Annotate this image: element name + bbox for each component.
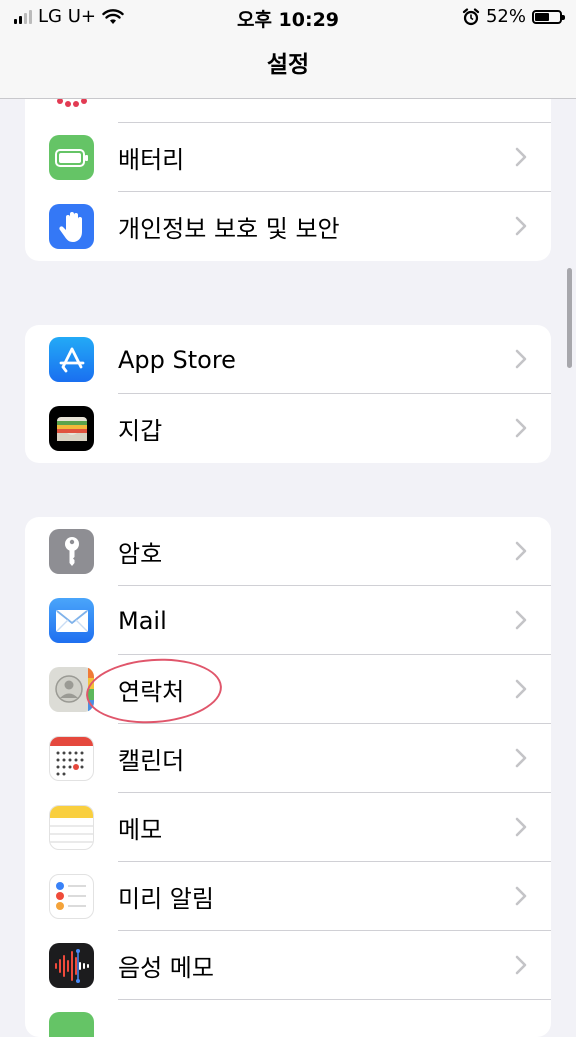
battery-icon [49, 135, 94, 180]
row-label: 음성 메모 [118, 954, 214, 982]
app-store-icon [49, 337, 94, 382]
row-label: 미리 알림 [118, 885, 214, 913]
settings-row-privacy[interactable]: 개인정보 보호 및 보안 [25, 192, 551, 261]
chevron-right-icon [515, 147, 527, 167]
settings-group-3: 암호 Mail 연락처 캘린더 메모 미리 알림 음성 메모 [25, 517, 551, 1037]
alarm-icon [462, 7, 480, 25]
calendar-icon [49, 736, 94, 781]
settings-row-app-store[interactable]: App Store [25, 325, 551, 394]
hand-icon [49, 204, 94, 249]
settings-group-2: App Store 지갑 [25, 325, 551, 463]
status-bar-right: 52% [462, 6, 565, 27]
settings-row-passwords[interactable]: 암호 [25, 517, 551, 586]
chevron-right-icon [515, 216, 527, 236]
contacts-icon [49, 667, 94, 712]
settings-row-phone[interactable] [25, 1000, 551, 1037]
notes-icon [49, 805, 94, 850]
chevron-right-icon [515, 349, 527, 369]
settings-row-reminders[interactable]: 미리 알림 [25, 862, 551, 931]
settings-row-battery[interactable]: 배터리 [25, 123, 551, 192]
wallet-icon [49, 406, 94, 451]
settings-row-calendar[interactable]: 캘린더 [25, 724, 551, 793]
chevron-right-icon [515, 817, 527, 837]
navigation-bar: 설정 [0, 34, 576, 99]
chevron-right-icon [515, 679, 527, 699]
settings-row-voice-memos[interactable]: 음성 메모 [25, 931, 551, 1000]
status-bar: LG U+ 오후 10:29 52% [0, 0, 576, 34]
chevron-right-icon [515, 610, 527, 630]
chevron-right-icon [515, 541, 527, 561]
settings-row-mail[interactable]: Mail [25, 586, 551, 655]
row-label: 메모 [118, 816, 163, 844]
row-label: 연락처 [118, 678, 185, 706]
row-label: 지갑 [118, 417, 163, 445]
mail-icon [49, 598, 94, 643]
key-icon [49, 529, 94, 574]
battery-icon [532, 9, 565, 24]
voice-memos-icon [49, 943, 94, 988]
battery-level-fill [535, 12, 549, 21]
reminders-icon [49, 874, 94, 919]
chevron-right-icon [515, 886, 527, 906]
row-label: Mail [118, 606, 167, 635]
phone-icon [49, 1012, 94, 1037]
row-label: 배터리 [118, 146, 185, 174]
row-label: 캘린더 [118, 747, 185, 775]
row-label: 암호 [118, 540, 163, 568]
battery-percent: 52% [485, 6, 526, 27]
scroll-indicator[interactable] [567, 268, 572, 368]
chevron-right-icon [515, 748, 527, 768]
row-label: 개인정보 보호 및 보안 [118, 215, 340, 243]
chevron-right-icon [515, 418, 527, 438]
settings-row-contacts[interactable]: 연락처 [25, 655, 551, 724]
settings-row-notes[interactable]: 메모 [25, 793, 551, 862]
chevron-right-icon [515, 955, 527, 975]
row-label: App Store [118, 345, 236, 374]
page-title: 설정 [266, 52, 310, 78]
settings-row-wallet[interactable]: 지갑 [25, 394, 551, 463]
